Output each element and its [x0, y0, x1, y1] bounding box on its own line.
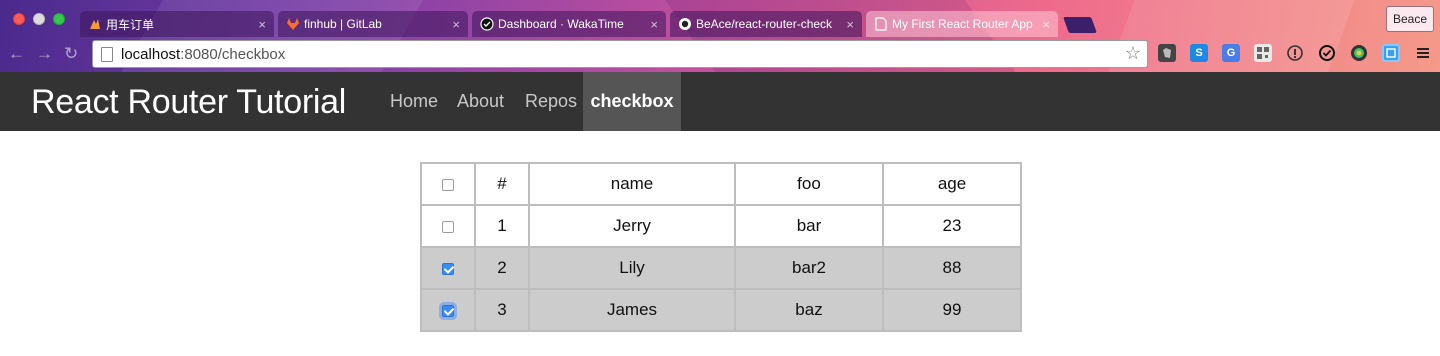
column-header: foo [734, 162, 884, 206]
info-icon[interactable] [1286, 44, 1304, 62]
table-header-row: # name foo age [420, 162, 1022, 206]
table-cell-foo: bar [734, 204, 884, 248]
github-icon [678, 17, 692, 31]
screenshot-icon[interactable] [1382, 44, 1400, 62]
url-path: :8080/checkbox [180, 45, 286, 63]
profile-button[interactable]: Beace [1386, 6, 1434, 32]
table-cell-name: James [528, 288, 736, 332]
nav-link-checkbox[interactable]: checkbox [583, 72, 681, 131]
bookmark-star-icon[interactable]: ☆ [1125, 43, 1141, 64]
column-header: name [528, 162, 736, 206]
select-all-cell [420, 162, 476, 206]
forward-arrow-icon[interactable]: → [36, 44, 53, 64]
browser-tab[interactable]: 用车订单 × [80, 11, 274, 37]
reload-icon[interactable]: ↻ [64, 44, 78, 64]
close-tab-icon[interactable]: × [1042, 17, 1050, 32]
table-cell-name: Jerry [528, 204, 736, 248]
row-select-cell [420, 246, 476, 290]
close-tab-icon[interactable]: × [258, 17, 266, 32]
color-icon[interactable] [1350, 44, 1368, 62]
address-bar[interactable]: localhost:8080/checkbox ☆ [92, 40, 1148, 68]
window-zoom-button[interactable] [53, 13, 65, 25]
table-cell-name: Lily [528, 246, 736, 290]
row-checkbox[interactable] [442, 220, 454, 233]
brand-title[interactable]: React Router Tutorial [31, 83, 346, 122]
close-tab-icon[interactable]: × [846, 17, 854, 32]
table-cell-age: 23 [882, 204, 1022, 248]
nav-link-about[interactable]: About [447, 72, 514, 131]
table-cell-foo: baz [734, 288, 884, 332]
gitlab-icon [286, 17, 300, 31]
translate-icon[interactable]: G [1222, 44, 1240, 62]
table-cell-age: 88 [882, 246, 1022, 290]
table-cell-age: 99 [882, 288, 1022, 332]
back-arrow-icon[interactable]: ← [8, 44, 25, 64]
close-tab-icon[interactable]: × [452, 17, 460, 32]
evernote-icon[interactable] [1158, 44, 1176, 62]
nav-link-repos[interactable]: Repos [515, 72, 587, 131]
s-icon[interactable]: S [1190, 44, 1208, 62]
table-cell-foo: bar2 [734, 246, 884, 290]
new-tab-button[interactable] [1063, 17, 1097, 33]
menu-icon[interactable] [1414, 44, 1432, 62]
tab-title: My First React Router App [892, 17, 1033, 31]
column-header: age [882, 162, 1022, 206]
qr-icon[interactable] [1254, 44, 1272, 62]
nav-link-home[interactable]: Home [380, 72, 448, 131]
table-row[interactable]: 1 Jerry bar 23 [420, 204, 1022, 248]
page-icon [874, 17, 888, 31]
row-select-cell [420, 288, 476, 332]
tab-title: finhub | GitLab [304, 17, 382, 31]
tab-title: 用车订单 [106, 17, 155, 32]
browser-tab-active[interactable]: My First React Router App × [866, 11, 1058, 37]
tab-title: Dashboard · WakaTime [498, 17, 624, 31]
app-navbar: React Router Tutorial Home About Repos c… [0, 72, 1440, 131]
close-tab-icon[interactable]: × [650, 17, 658, 32]
row-select-cell [420, 204, 476, 248]
window-minimize-button[interactable] [33, 13, 45, 25]
browser-tab[interactable]: BeAce/react-router-check × [670, 11, 862, 37]
browser-tab[interactable]: Dashboard · WakaTime × [472, 11, 666, 37]
page-icon [101, 46, 113, 62]
wakatime-icon [480, 17, 494, 31]
table-cell-id: 3 [474, 288, 530, 332]
browser-chrome: 用车订单 × finhub | GitLab × Dashboard · Wak… [0, 0, 1440, 72]
browser-tab[interactable]: finhub | GitLab × [278, 11, 468, 37]
table-cell-id: 2 [474, 246, 530, 290]
tab-title: BeAce/react-router-check [696, 17, 833, 31]
check-icon[interactable] [1318, 44, 1336, 62]
table-cell-id: 1 [474, 204, 530, 248]
select-all-checkbox[interactable] [442, 178, 454, 191]
column-header: # [474, 162, 530, 206]
url-host: localhost [121, 45, 181, 63]
flame-icon [88, 17, 102, 31]
checkbox-table: # name foo age 1 Jerry bar 23 2 Lily bar… [420, 162, 1022, 332]
row-checkbox[interactable] [442, 304, 454, 317]
table-row-selected[interactable]: 3 James baz 99 [420, 288, 1022, 332]
table-row-selected[interactable]: 2 Lily bar2 88 [420, 246, 1022, 290]
row-checkbox[interactable] [442, 262, 454, 275]
window-close-button[interactable] [13, 13, 25, 25]
